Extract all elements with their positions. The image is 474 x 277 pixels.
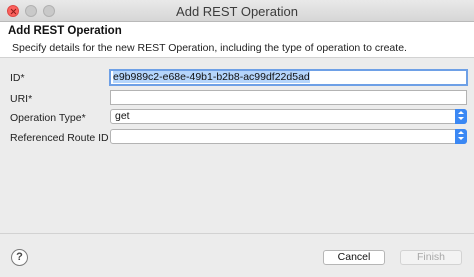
select-arrows-icon[interactable] — [455, 129, 467, 144]
finish-button[interactable]: Finish — [400, 250, 462, 265]
cancel-button[interactable]: Cancel — [323, 250, 385, 265]
route-id-select[interactable] — [110, 129, 467, 144]
route-id-label: Referenced Route ID — [10, 132, 109, 144]
dialog-header: Add REST Operation Specify details for t… — [0, 22, 474, 58]
uri-label: URI* — [10, 93, 33, 105]
operation-type-select[interactable]: get — [110, 109, 467, 124]
id-field-value: e9b989c2-e68e-49b1-b2b8-ac99df22d5ad — [113, 71, 310, 83]
help-icon[interactable]: ? — [11, 249, 28, 266]
select-arrows-icon[interactable] — [455, 109, 467, 124]
uri-field[interactable] — [110, 90, 467, 105]
operation-type-label: Operation Type* — [10, 112, 86, 124]
operation-type-value: get — [115, 110, 130, 122]
dialog-title: Add REST Operation — [8, 25, 122, 37]
id-field[interactable]: e9b989c2-e68e-49b1-b2b8-ac99df22d5ad — [109, 69, 468, 86]
id-label: ID* — [10, 72, 25, 84]
footer-divider — [0, 233, 474, 234]
dialog-description: Specify details for the new REST Operati… — [12, 42, 407, 54]
window-title: Add REST Operation — [176, 4, 298, 19]
window-titlebar: Add REST Operation — [0, 0, 474, 22]
